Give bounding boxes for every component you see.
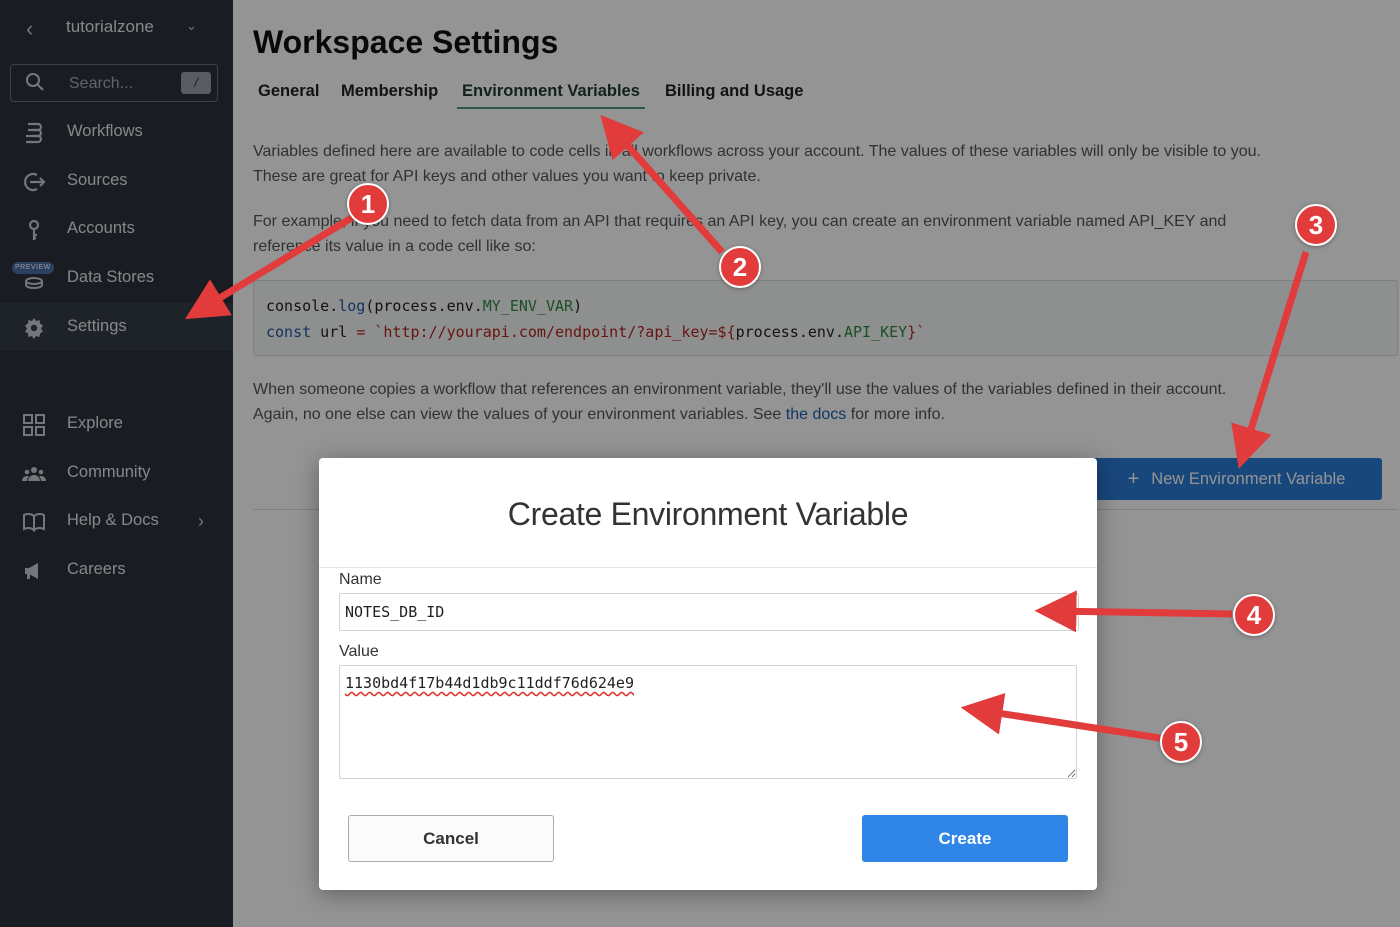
name-input[interactable] <box>339 593 1079 631</box>
create-button[interactable]: Create <box>862 815 1068 862</box>
annotation-badge-1: 1 <box>347 183 389 225</box>
annotation-badge-5: 5 <box>1160 721 1202 763</box>
annotation-badge-2: 2 <box>719 246 761 288</box>
create-env-var-modal: Create Environment Variable Name Value 1… <box>319 458 1097 890</box>
cancel-button[interactable]: Cancel <box>348 815 554 862</box>
modal-title: Create Environment Variable <box>507 496 909 532</box>
name-label: Name <box>339 571 382 588</box>
annotation-badge-4: 4 <box>1233 594 1275 636</box>
value-label: Value <box>339 643 379 660</box>
value-textarea[interactable]: 1130bd4f17b44d1db9c11ddf76d624e9 <box>339 665 1077 779</box>
annotation-badge-3: 3 <box>1295 204 1337 246</box>
modal-header: Create Environment Variable <box>319 458 1097 568</box>
